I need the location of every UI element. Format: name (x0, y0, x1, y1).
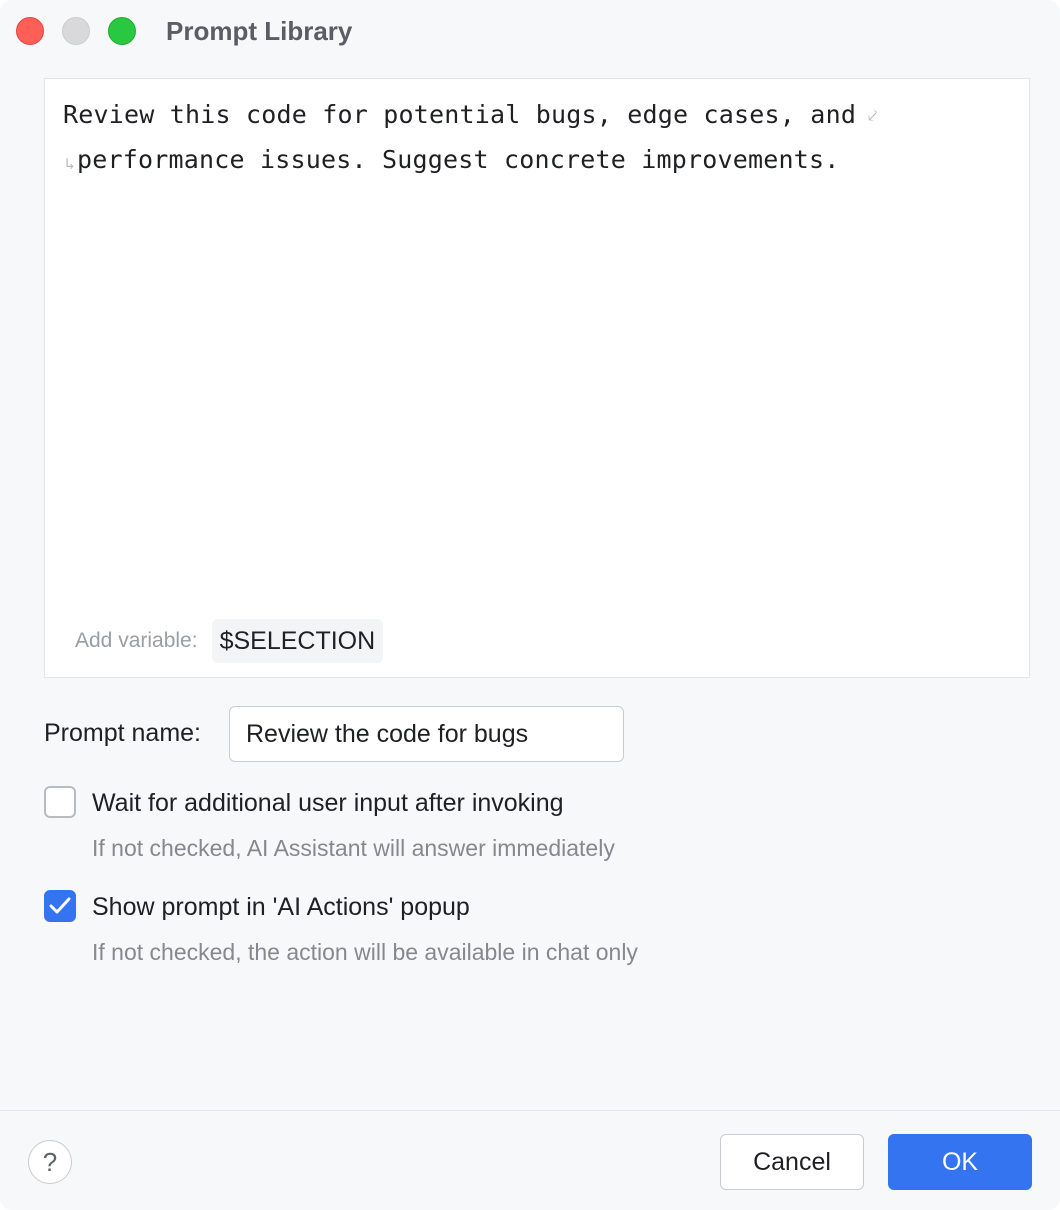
help-button[interactable]: ? (28, 1140, 72, 1184)
editor-line-2-text: performance issues. Suggest concrete imp… (77, 145, 840, 174)
prompt-text[interactable]: Review this code for potential bugs, edg… (63, 93, 1003, 182)
wait-for-input-label[interactable]: Wait for additional user input after inv… (92, 786, 564, 820)
show-in-ai-actions-label[interactable]: Show prompt in 'AI Actions' popup (92, 890, 470, 924)
editor-line-1-text: Review this code for potential bugs, edg… (63, 100, 857, 129)
window-title: Prompt Library (166, 16, 353, 46)
prompt-name-label: Prompt name: (44, 719, 202, 747)
footer-divider (0, 1110, 1060, 1111)
show-in-ai-actions-checkbox[interactable] (44, 890, 76, 922)
minimize-window-button[interactable] (62, 17, 90, 45)
soft-wrap-icon: ⤦ (868, 106, 878, 125)
prompt-library-dialog: Prompt Library Review this code for pote… (0, 0, 1060, 1210)
close-window-button[interactable] (16, 17, 44, 45)
wait-for-input-checkbox[interactable] (44, 786, 76, 818)
editor-line-2: ↳ performance issues. Suggest concrete im… (63, 138, 1003, 182)
selection-variable-chip[interactable]: $SELECTION (211, 619, 384, 663)
checkmark-icon (49, 897, 71, 914)
help-icon: ? (42, 1147, 58, 1177)
soft-wrap-continuation-icon: ↳ (65, 154, 75, 173)
cancel-button[interactable]: Cancel (720, 1134, 864, 1190)
wait-for-input-hint: If not checked, AI Assistant will answer… (92, 835, 615, 861)
prompt-text-editor[interactable]: Review this code for potential bugs, edg… (44, 78, 1030, 678)
ok-button[interactable]: OK (888, 1134, 1032, 1190)
title-bar: Prompt Library (0, 0, 1060, 64)
maximize-window-button[interactable] (108, 17, 136, 45)
editor-line-1: Review this code for potential bugs, edg… (63, 93, 1003, 138)
show-in-ai-actions-hint: If not checked, the action will be avail… (92, 939, 638, 965)
prompt-name-input[interactable] (229, 706, 624, 762)
add-variable-label: Add variable: (75, 629, 198, 652)
add-variable-row: Add variable: $SELECTION (75, 619, 384, 663)
